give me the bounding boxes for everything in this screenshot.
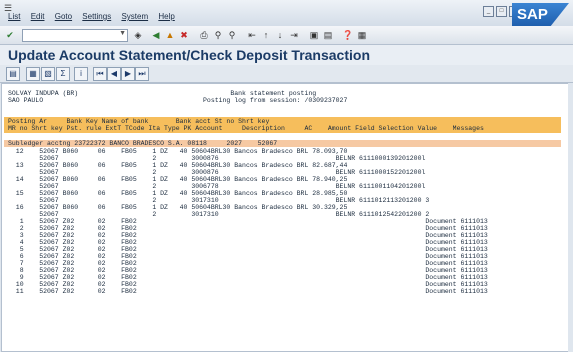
next-icon[interactable]: ▶ <box>121 67 135 81</box>
menu-list: List Edit Goto Settings System Help <box>8 12 183 21</box>
vertical-scrollbar[interactable] <box>568 83 572 352</box>
table-row[interactable]: 52067 2 3000876 BELNR 6111000139201200l <box>8 155 425 162</box>
header-line-city: SAO PAULO Posting log from session: /030… <box>8 97 348 104</box>
shortcut-icon[interactable]: ▤ <box>322 29 334 41</box>
table-row[interactable]: 16 52067 B060 06 FB05 1 DZ 40 50604BRL30… <box>8 204 348 211</box>
report-list[interactable]: SOLVAY INDUPA (BR) Bank statement postin… <box>1 83 569 352</box>
table-row[interactable]: 14 52067 B060 06 FB05 1 DZ 40 50604BRL30… <box>8 176 348 183</box>
table-row[interactable]: 3 52067 Z02 02 FB02 Document 6111013 <box>8 232 488 239</box>
next-page-icon[interactable]: ↓ <box>274 29 286 41</box>
sap-logo: SAP <box>512 3 569 26</box>
first-icon[interactable]: ⏮ <box>93 67 107 81</box>
menu-bar: ☰ List Edit Goto Settings System Help _ □… <box>0 0 573 27</box>
table-row[interactable]: 52067 2 3017310 BELNR 6111012113201200 3 <box>8 197 429 204</box>
table-row[interactable]: 12 52067 B060 06 FB05 1 DZ 40 50604BRL30… <box>8 148 348 155</box>
help-icon[interactable]: ❓ <box>342 29 354 41</box>
find-next-icon[interactable]: ⚲ <box>226 29 238 41</box>
table-row[interactable]: 1 52067 Z02 02 FB02 Document 6111013 <box>8 218 488 225</box>
filter-icon[interactable]: ▧ <box>41 67 55 81</box>
column-header-line-1: Posting Ar Bank Key Name of bank Bank ac… <box>8 118 270 125</box>
column-header-line-2: MR no Shrt key Pst. rule ExtT TCode Ita … <box>8 125 484 132</box>
table-row[interactable]: 10 52067 Z02 02 FB02 Document 6111013 <box>8 281 488 288</box>
table-row[interactable]: 9 52067 Z02 02 FB02 Document 6111013 <box>8 274 488 281</box>
prev-page-icon[interactable]: ↑ <box>260 29 272 41</box>
ok-check-icon[interactable]: ✔ <box>4 29 16 41</box>
cancel-icon[interactable]: ✖ <box>178 29 190 41</box>
last-page-icon[interactable]: ⇥ <box>288 29 300 41</box>
find-icon[interactable]: ⚲ <box>212 29 224 41</box>
previous-icon[interactable]: ◀ <box>107 67 121 81</box>
header-line-company: SOLVAY INDUPA (BR) Bank statement postin… <box>8 90 317 97</box>
table-row[interactable]: 7 52067 Z02 02 FB02 Document 6111013 <box>8 260 488 267</box>
menu-list-item[interactable]: List <box>8 12 20 21</box>
first-page-icon[interactable]: ⇤ <box>246 29 258 41</box>
menu-system[interactable]: System <box>121 12 148 21</box>
table-row[interactable]: 52067 2 3017310 BELNR 6111012542201200 2 <box>8 211 429 218</box>
save-icon[interactable]: ◈ <box>132 29 144 41</box>
standard-toolbar: ✔ ▼ ◈ ◀ ▲ ✖ ⎙ ⚲ ⚲ ⇤ ↑ ↓ ⇥ ▣ ▤ ❓ ▦ <box>0 26 573 45</box>
sum-icon[interactable]: Σ <box>56 67 70 81</box>
customize-layout-icon[interactable]: ▦ <box>356 29 368 41</box>
print-icon[interactable]: ⎙ <box>198 29 210 41</box>
chevron-down-icon[interactable]: ▼ <box>119 30 126 37</box>
title-bar: Update Account Statement/Check Deposit T… <box>0 45 573 65</box>
page-title: Update Account Statement/Check Deposit T… <box>8 47 370 63</box>
menu-settings[interactable]: Settings <box>82 12 111 21</box>
minimize-icon[interactable]: _ <box>483 6 494 17</box>
table-row[interactable]: 6 52067 Z02 02 FB02 Document 6111013 <box>8 253 488 260</box>
table-row[interactable]: 11 52067 Z02 02 FB02 Document 6111013 <box>8 288 488 295</box>
menu-help[interactable]: Help <box>158 12 174 21</box>
table-row[interactable]: 13 52067 B060 06 FB05 1 DZ 40 50604BRL30… <box>8 162 348 169</box>
maximize-icon[interactable]: □ <box>496 6 507 17</box>
subledger-line: Subledger acctng 23722372 BANCO BRADESCO… <box>8 140 278 147</box>
table-row[interactable]: 8 52067 Z02 02 FB02 Document 6111013 <box>8 267 488 274</box>
table-row[interactable]: 15 52067 B060 06 FB05 1 DZ 40 50604BRL30… <box>8 190 348 197</box>
menu-edit[interactable]: Edit <box>31 12 45 21</box>
table-row[interactable]: 4 52067 Z02 02 FB02 Document 6111013 <box>8 239 488 246</box>
last-icon[interactable]: ⏭ <box>135 67 149 81</box>
new-session-icon[interactable]: ▣ <box>308 29 320 41</box>
menu-goto[interactable]: Goto <box>55 12 72 21</box>
choose-icon[interactable]: ▤ <box>6 67 20 81</box>
table-row[interactable]: 52067 2 3000876 BELNR 6111000152201200l <box>8 169 425 176</box>
command-field[interactable]: ▼ <box>22 29 128 42</box>
back-icon[interactable]: ◀ <box>150 29 162 41</box>
table-row[interactable]: 2 52067 Z02 02 FB02 Document 6111013 <box>8 225 488 232</box>
table-row[interactable]: 52067 2 3006778 BELNR 6111001104201200l <box>8 183 425 190</box>
save-list-icon[interactable]: ▦ <box>26 67 40 81</box>
application-toolbar: ▤ ▦ ▧ Σ i ⏮ ◀ ▶ ⏭ <box>0 65 573 83</box>
table-row[interactable]: 5 52067 Z02 02 FB02 Document 6111013 <box>8 246 488 253</box>
exit-icon[interactable]: ▲ <box>164 29 176 41</box>
info-icon[interactable]: i <box>74 67 88 81</box>
